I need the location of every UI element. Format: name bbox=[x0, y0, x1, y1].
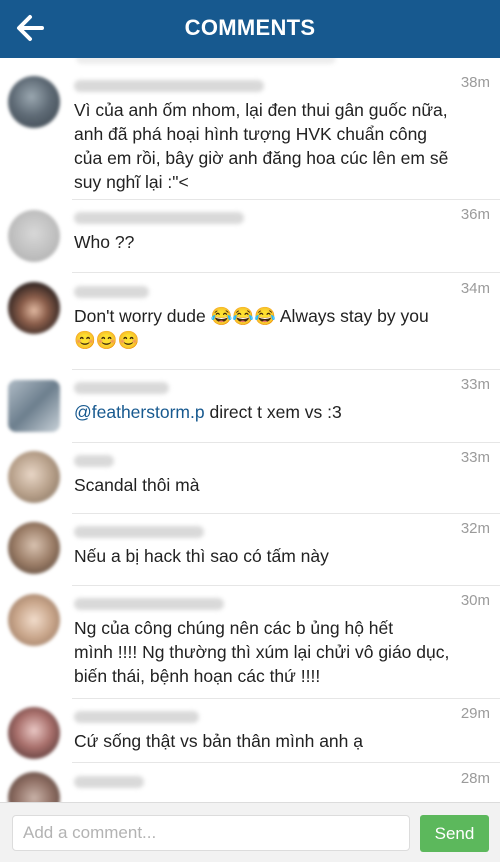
divider bbox=[72, 698, 500, 699]
previous-comment-fragment bbox=[76, 58, 336, 64]
comment-input[interactable] bbox=[12, 815, 410, 851]
timestamp: 32m bbox=[460, 520, 490, 537]
timestamp: 30m bbox=[460, 592, 490, 609]
avatar[interactable] bbox=[8, 522, 60, 574]
divider bbox=[72, 762, 500, 763]
divider bbox=[72, 369, 500, 370]
user-mention-link[interactable]: @featherstorm.p bbox=[74, 402, 205, 422]
timestamp: 33m bbox=[460, 376, 490, 393]
comment-text: Nếu a bị hack thì sao có tấm này bbox=[74, 546, 329, 566]
username[interactable] bbox=[74, 598, 224, 610]
avatar[interactable] bbox=[8, 282, 60, 334]
divider bbox=[72, 513, 500, 514]
timestamp: 36m bbox=[460, 206, 490, 223]
comment-text: Don't worry dude 😂😂😂 Always stay by you … bbox=[74, 306, 429, 350]
send-button[interactable]: Send bbox=[420, 815, 489, 852]
username[interactable] bbox=[74, 711, 199, 723]
comment-text: Ng của công chúng nên các b ủng hộ hết m… bbox=[74, 618, 450, 686]
avatar[interactable] bbox=[8, 772, 60, 802]
avatar[interactable] bbox=[8, 76, 60, 128]
avatar[interactable] bbox=[8, 451, 60, 503]
username[interactable] bbox=[74, 776, 144, 788]
divider bbox=[72, 585, 500, 586]
comments-list[interactable]: 38m Vì của anh ốm nhom, lại đen thui gân… bbox=[0, 58, 500, 802]
divider bbox=[72, 442, 500, 443]
comment-text: Cứ sống thật vs bản thân mình anh ạ bbox=[74, 731, 363, 751]
timestamp: 28m bbox=[460, 770, 490, 787]
comment-text: @featherstorm.p direct t xem vs :3 bbox=[74, 400, 494, 424]
username[interactable] bbox=[74, 286, 149, 298]
header-bar: COMMENTS bbox=[0, 0, 500, 58]
username[interactable] bbox=[74, 212, 244, 224]
comment-text: Vì của anh ốm nhom, lại đen thui gân guố… bbox=[74, 100, 449, 192]
username[interactable] bbox=[74, 526, 204, 538]
comment-composer: Send bbox=[0, 802, 500, 862]
username[interactable] bbox=[74, 80, 264, 92]
comment-text: Scandal thôi mà bbox=[74, 475, 200, 495]
timestamp: 33m bbox=[460, 449, 490, 466]
avatar[interactable] bbox=[8, 380, 60, 432]
timestamp: 29m bbox=[460, 705, 490, 722]
username[interactable] bbox=[74, 455, 114, 467]
timestamp: 38m bbox=[460, 74, 490, 91]
comment-text-body: direct t xem vs :3 bbox=[204, 402, 342, 422]
comment-text: Who ?? bbox=[74, 232, 135, 252]
avatar[interactable] bbox=[8, 594, 60, 646]
username[interactable] bbox=[74, 382, 169, 394]
divider bbox=[72, 199, 500, 200]
page-title: COMMENTS bbox=[184, 15, 316, 40]
avatar[interactable] bbox=[8, 210, 60, 262]
divider bbox=[72, 272, 500, 273]
avatar[interactable] bbox=[8, 707, 60, 759]
timestamp: 34m bbox=[460, 280, 490, 297]
